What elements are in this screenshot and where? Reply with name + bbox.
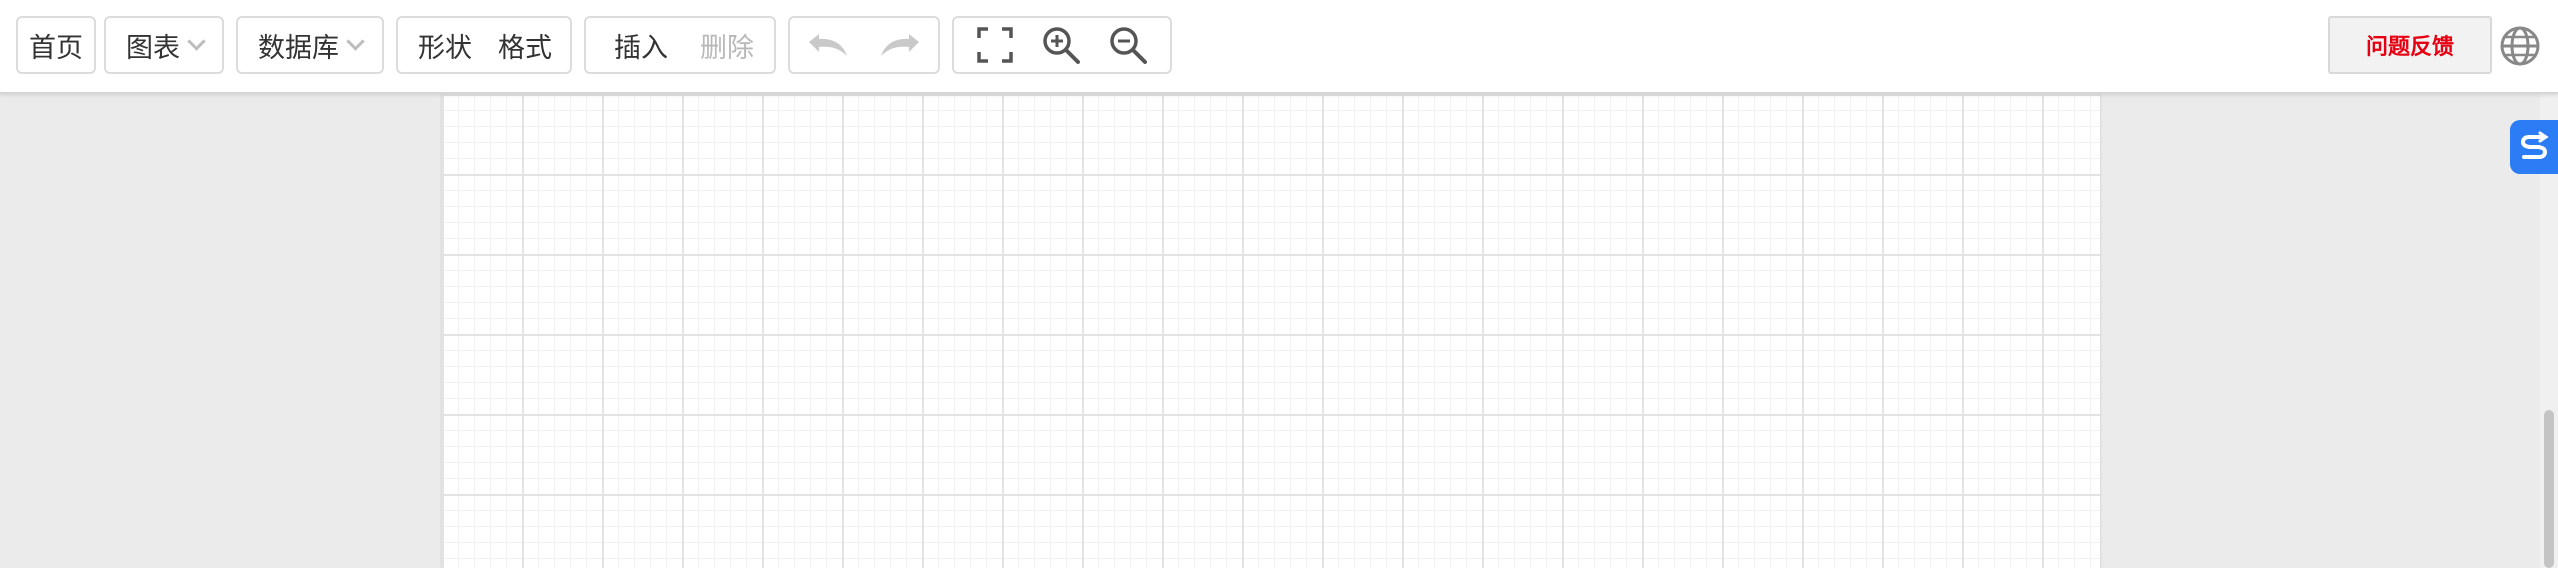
s-logo-icon xyxy=(2520,131,2549,159)
redo-button[interactable] xyxy=(877,18,925,72)
globe-icon xyxy=(2500,26,2540,66)
chevron-down-icon xyxy=(187,31,206,51)
chart-menu-group: 图表 xyxy=(104,16,224,74)
shape-format-group: 形状 格式 xyxy=(396,16,572,74)
view-group xyxy=(952,16,1172,74)
zoom-in-icon xyxy=(1043,27,1080,64)
insert-button[interactable]: 插入 xyxy=(614,18,668,72)
language-button[interactable] xyxy=(2498,24,2542,68)
home-button[interactable]: 首页 xyxy=(29,18,83,72)
feedback-button[interactable]: 问题反馈 xyxy=(2328,16,2492,74)
chart-menu-button[interactable]: 图表 xyxy=(126,18,206,72)
undo-icon xyxy=(809,34,847,56)
floating-assistant-button[interactable] xyxy=(2510,120,2558,174)
diagram-canvas[interactable] xyxy=(442,94,2100,568)
undo-button[interactable] xyxy=(803,18,851,72)
zoom-out-icon xyxy=(1110,27,1148,64)
database-menu-button[interactable]: 数据库 xyxy=(258,18,365,72)
zoom-out-button[interactable] xyxy=(1108,18,1148,72)
format-button[interactable]: 格式 xyxy=(498,18,552,72)
home-button-group: 首页 xyxy=(16,16,96,74)
redo-icon xyxy=(881,34,919,56)
database-menu-group: 数据库 xyxy=(236,16,384,74)
insert-delete-group: 插入 删除 xyxy=(584,16,776,74)
fullscreen-icon xyxy=(976,27,1013,63)
history-group xyxy=(788,16,940,74)
chevron-down-icon xyxy=(346,31,365,51)
delete-button[interactable]: 删除 xyxy=(700,18,754,72)
scrollbar-thumb[interactable] xyxy=(2544,410,2554,568)
fullscreen-button[interactable] xyxy=(976,18,1014,72)
shape-button[interactable]: 形状 xyxy=(418,18,472,72)
top-toolbar: 首页 图表 数据库 形状 格式 插入 删除 问题反馈 xyxy=(0,0,2558,94)
zoom-in-button[interactable] xyxy=(1041,18,1081,72)
chart-menu-label: 图表 xyxy=(126,32,180,64)
database-menu-label: 数据库 xyxy=(258,32,339,64)
